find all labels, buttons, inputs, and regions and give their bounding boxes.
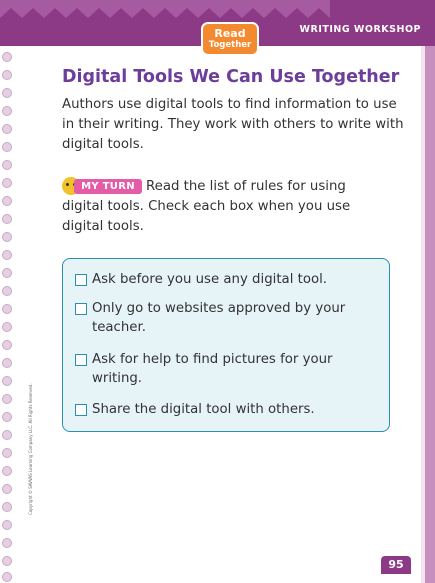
spiral-ring [2, 106, 12, 116]
spiral-ring [2, 286, 12, 296]
intro-paragraph: Authors use digital tools to find inform… [62, 97, 404, 152]
spiral-ring [2, 394, 12, 404]
spiral-ring [2, 268, 12, 278]
read-together-badge: Read Together [201, 22, 259, 56]
section-label: WRITING WORKSHOP [299, 24, 421, 35]
checkbox[interactable] [75, 354, 87, 366]
spiral-binding [0, 52, 14, 583]
checklist-item: Share the digital tool with others. [75, 400, 368, 419]
spiral-ring [2, 340, 12, 350]
checklist-item-text: Share the digital tool with others. [92, 402, 315, 417]
checkbox[interactable] [75, 303, 87, 315]
checklist-item-text: Only go to websites approved by your tea… [92, 301, 346, 335]
rules-checklist: Ask before you use any digital tool. Onl… [62, 258, 390, 432]
spiral-ring [2, 430, 12, 440]
spiral-ring [2, 484, 12, 494]
page-title: Digital Tools We Can Use Together [62, 67, 400, 87]
workbook-page: WRITING WORKSHOP Read Together Digital T… [0, 0, 435, 583]
badge-together-text: Together [208, 40, 252, 50]
spiral-ring [2, 160, 12, 170]
page-number: 95 [381, 556, 411, 574]
spiral-ring [2, 250, 12, 260]
spiral-ring [2, 232, 12, 242]
my-turn-badge: MY TURN [62, 177, 142, 195]
spiral-ring [2, 358, 12, 368]
checklist-item: Ask for help to find pictures for your w… [75, 350, 368, 388]
checkbox[interactable] [75, 274, 87, 286]
checkbox[interactable] [75, 404, 87, 416]
my-turn-label: MY TURN [74, 179, 142, 194]
spiral-ring [2, 556, 12, 566]
spiral-ring [2, 214, 12, 224]
spiral-ring [2, 322, 12, 332]
checklist-item: Only go to websites approved by your tea… [75, 299, 368, 337]
spiral-ring [2, 502, 12, 512]
my-turn-instructions: MY TURN Read the list of rules for using… [62, 177, 382, 237]
spiral-ring [2, 88, 12, 98]
spiral-ring [2, 178, 12, 188]
spiral-ring [2, 142, 12, 152]
badge-read-text: Read [214, 27, 246, 40]
checklist-item-text: Ask before you use any digital tool. [92, 272, 328, 287]
checklist-item-text: Ask for help to find pictures for your w… [92, 352, 333, 386]
copyright-notice: Copyright © SAVVAS Learning Company LLC.… [28, 383, 33, 515]
spiral-ring [2, 412, 12, 422]
spiral-ring [2, 304, 12, 314]
spiral-ring [2, 196, 12, 206]
checklist-item: Ask before you use any digital tool. [75, 270, 368, 289]
spiral-ring [2, 466, 12, 476]
spiral-ring [2, 448, 12, 458]
spiral-ring [2, 70, 12, 80]
spiral-ring [2, 124, 12, 134]
spiral-ring [2, 572, 12, 582]
spiral-ring [2, 538, 12, 548]
spiral-ring [2, 376, 12, 386]
page-edge [421, 46, 435, 583]
spiral-ring [2, 520, 12, 530]
spiral-ring [2, 52, 12, 62]
header-zigzag-pattern [0, 0, 330, 18]
